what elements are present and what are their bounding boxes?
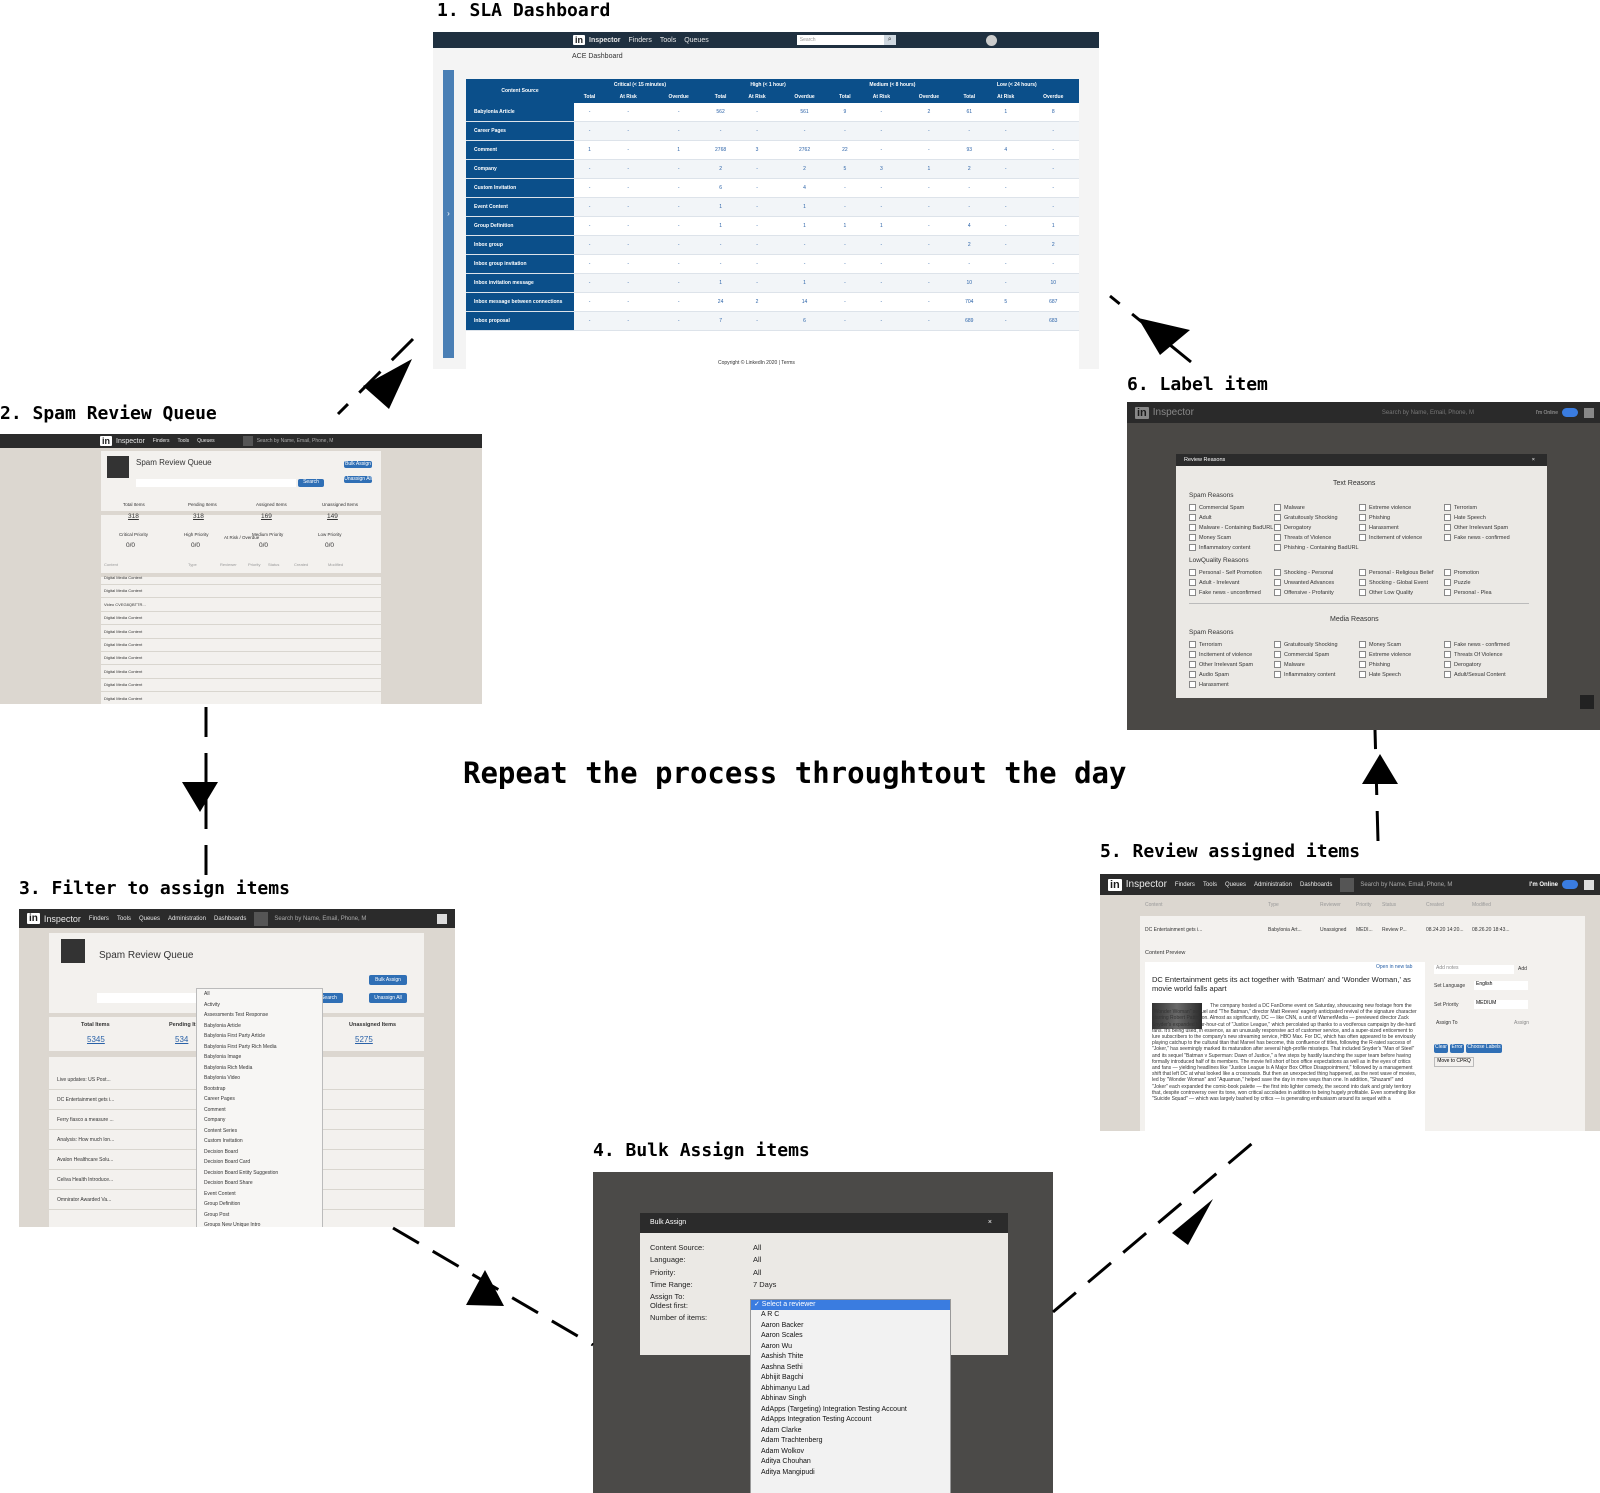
arrowhead-5	[1362, 754, 1398, 784]
arrow-4-to-5	[1052, 1133, 1263, 1314]
arrowhead-2	[182, 782, 218, 812]
arrowhead-1	[363, 359, 412, 409]
arrowhead-6	[1138, 318, 1190, 355]
cycle-arrows	[182, 294, 1398, 1347]
arrow-5-to-6	[1373, 729, 1380, 842]
